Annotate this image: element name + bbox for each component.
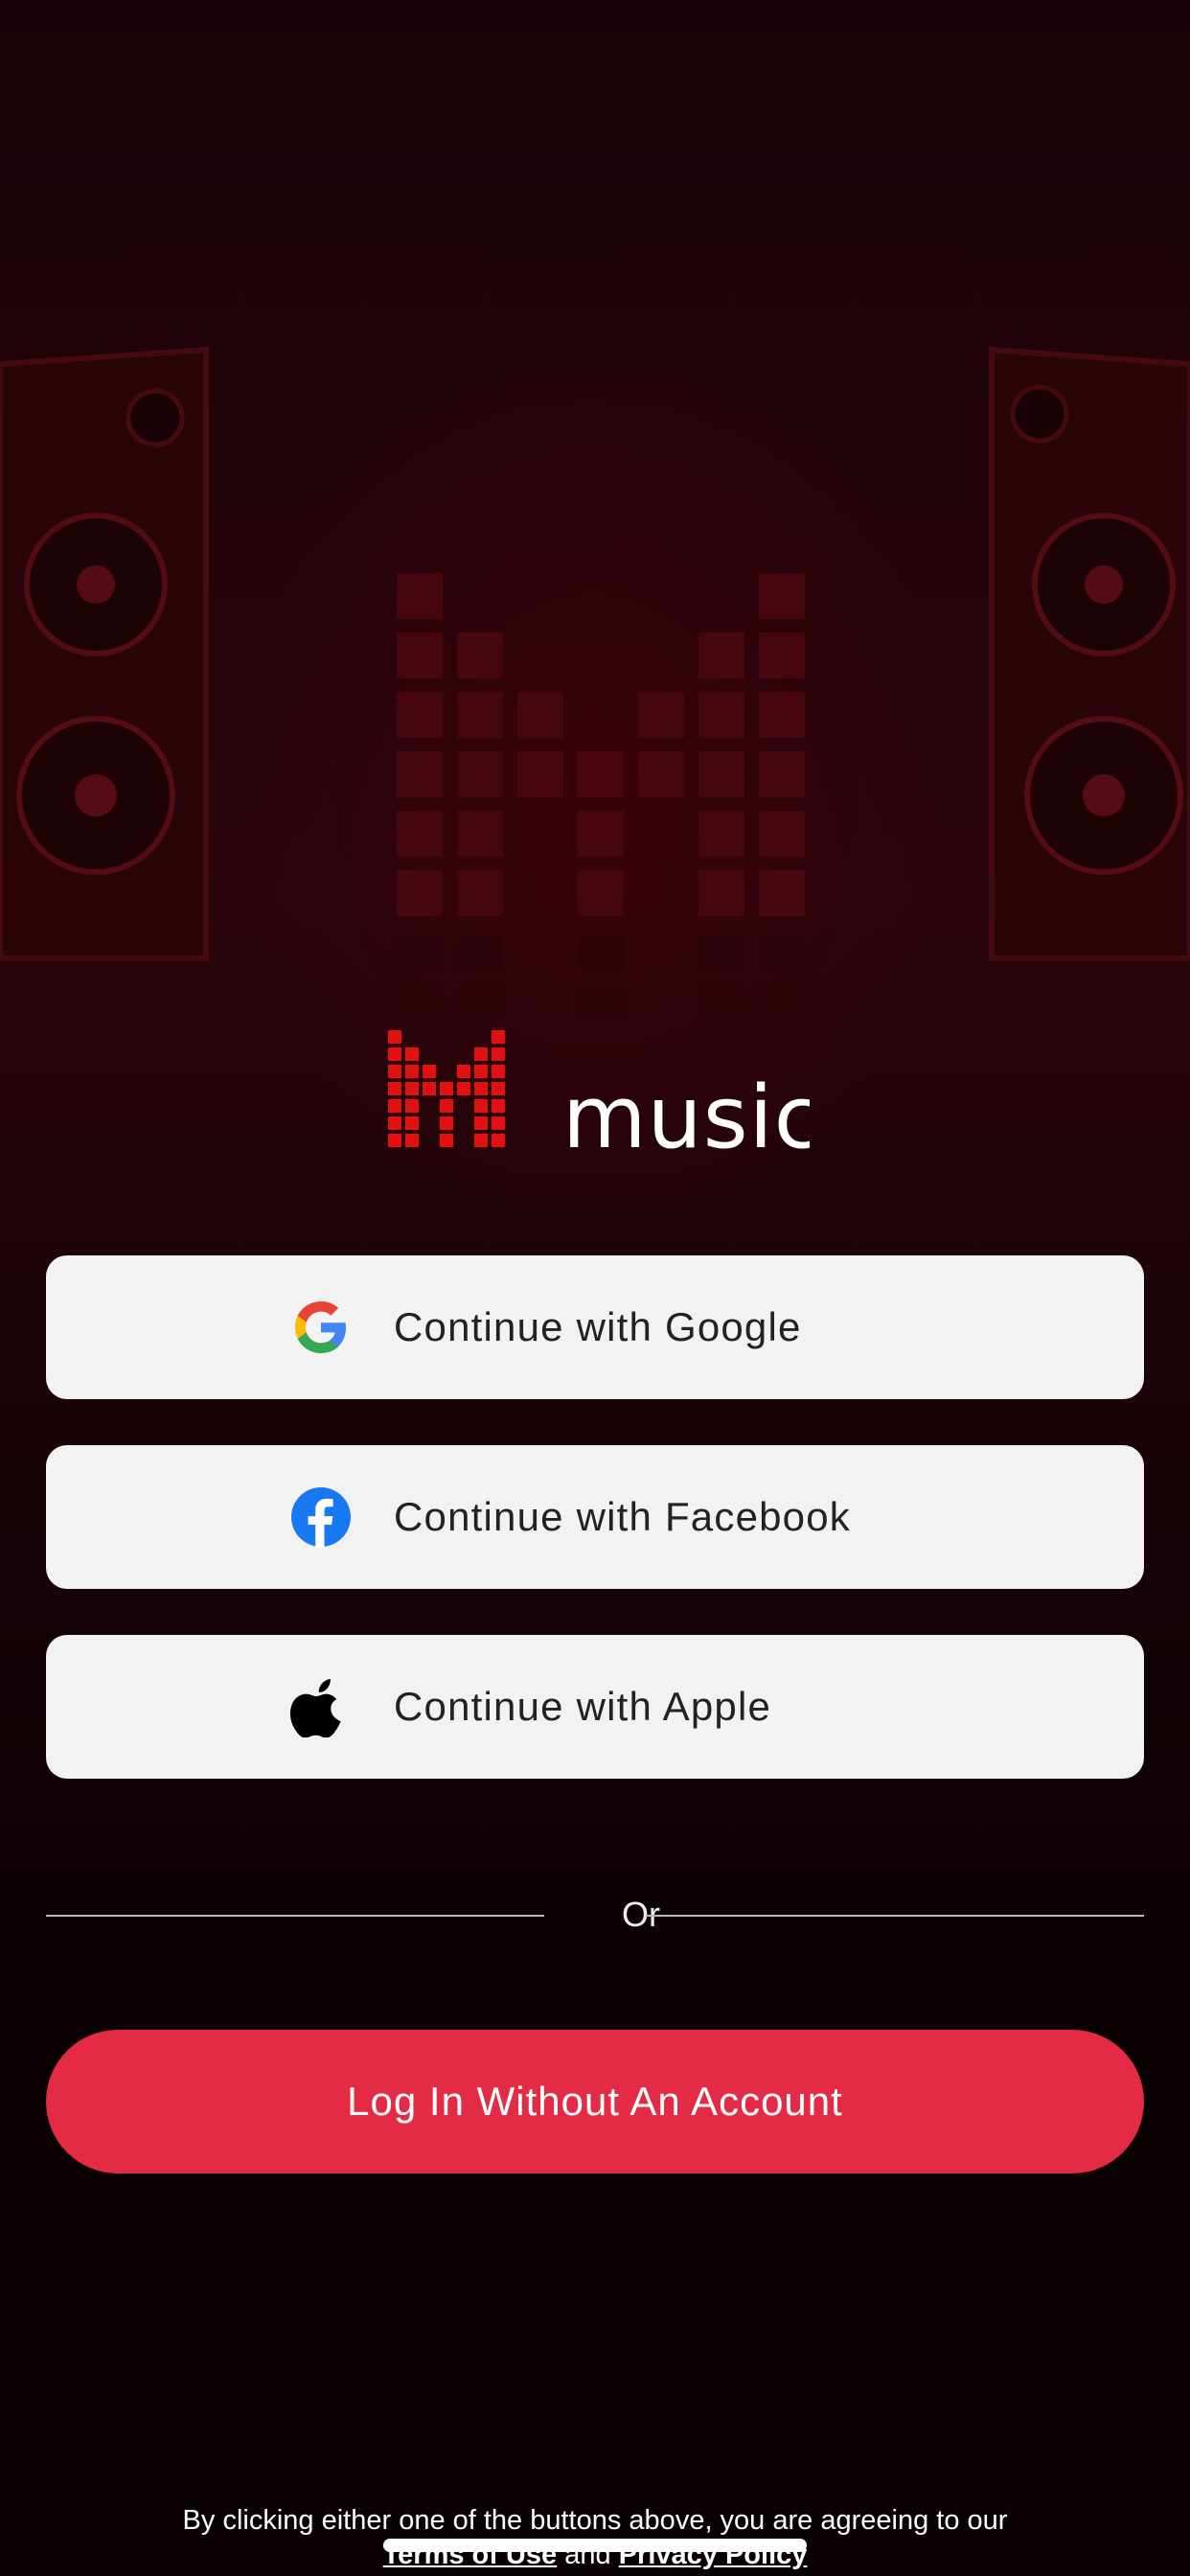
logo-text: music — [562, 1068, 810, 1155]
right-speaker-image — [989, 346, 1190, 961]
divider-line-right — [646, 1915, 1144, 1917]
background-m-mark — [397, 573, 805, 916]
continue-with-apple-button[interactable]: Continue with Apple — [46, 1635, 1144, 1779]
home-indicator[interactable] — [383, 2539, 807, 2552]
continue-with-facebook-button[interactable]: Continue with Facebook — [46, 1445, 1144, 1589]
equalizer-m-logo — [388, 1030, 505, 1147]
google-button-label: Continue with Google — [394, 1304, 802, 1349]
signal-icon — [924, 54, 976, 86]
left-speaker-image — [0, 346, 209, 961]
log-in-without-account-button[interactable]: Log In Without An Account — [46, 2030, 1144, 2174]
status-icons — [924, 54, 1117, 86]
legal-prefix: By clicking either one of the buttons ab… — [182, 2505, 1008, 2536]
google-icon — [295, 1301, 346, 1353]
continue-with-google-button[interactable]: Continue with Google — [46, 1255, 1144, 1399]
wifi-icon — [998, 54, 1042, 86]
facebook-icon — [291, 1487, 351, 1548]
guest-button-label: Log In Without An Account — [347, 2079, 843, 2124]
divider-line-left — [46, 1915, 544, 1917]
or-divider: Or — [46, 1894, 1144, 1936]
facebook-button-label: Continue with Facebook — [394, 1494, 851, 1539]
battery-icon — [1064, 58, 1116, 82]
background-m-reflection — [397, 934, 805, 1018]
music-logo: music — [388, 1030, 810, 1155]
apple-icon — [290, 1679, 341, 1737]
status-bar: 09:52 — [0, 0, 1190, 144]
apple-button-label: Continue with Apple — [394, 1684, 772, 1729]
status-time: 09:52 — [84, 43, 202, 93]
legal-notice: By clicking either one of the buttons ab… — [0, 2503, 1190, 2572]
